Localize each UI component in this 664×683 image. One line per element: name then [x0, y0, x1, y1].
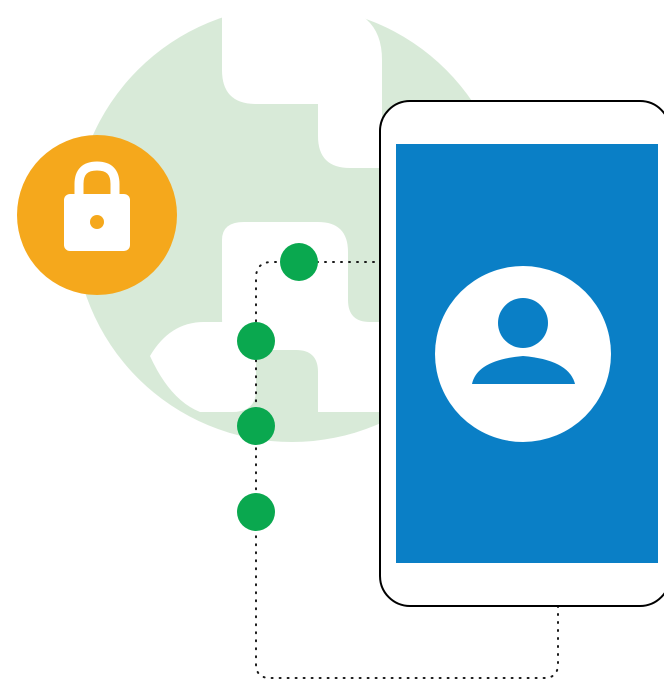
network-node-icon — [237, 322, 275, 360]
network-node-icon — [237, 493, 275, 531]
avatar-circle — [435, 266, 611, 442]
padlock-icon — [17, 135, 177, 295]
smartphone-icon — [379, 100, 664, 607]
illustration-canvas — [17, 6, 664, 679]
network-node-icon — [237, 407, 275, 445]
padlock-keyhole — [90, 215, 104, 229]
globe-continent-top-left — [222, 6, 318, 104]
security-illustration — [0, 0, 664, 683]
network-node-icon — [280, 243, 318, 281]
user-profile-icon — [435, 266, 611, 442]
avatar-head — [498, 298, 548, 348]
